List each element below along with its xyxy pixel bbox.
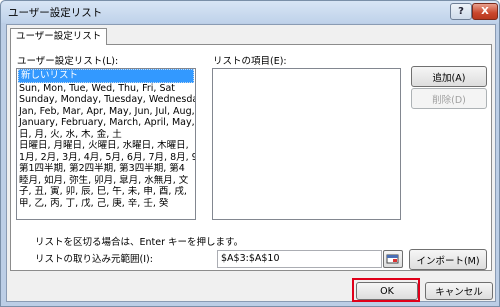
- delete-button-label: 削除(D): [432, 94, 466, 106]
- add-button-label: 追加(A): [432, 72, 466, 84]
- custom-list-item[interactable]: 日, 月, 火, 水, 木, 金, 土: [17, 129, 195, 141]
- custom-list-item[interactable]: Sun, Mon, Tue, Wed, Thu, Fri, Sat: [17, 83, 195, 95]
- custom-list-item[interactable]: Jan, Feb, Mar, Apr, May, Jun, Jul, Aug,: [17, 106, 195, 118]
- custom-lists-label: ユーザー設定リスト(L):: [17, 56, 119, 67]
- close-icon: X: [481, 5, 489, 17]
- custom-list-item[interactable]: January, February, March, April, May, J: [17, 117, 195, 129]
- separator-note: リストを区切る場合は、Enter キーを押します。: [35, 237, 244, 248]
- custom-list-item[interactable]: Sunday, Monday, Tuesday, Wednesday: [17, 94, 195, 106]
- list-entries-label: リストの項目(E):: [213, 56, 287, 67]
- import-range-input[interactable]: $A$3:$A$10: [217, 250, 382, 268]
- custom-list-item[interactable]: 1月, 2月, 3月, 4月, 5月, 6月, 7月, 8月, 9: [17, 152, 195, 164]
- range-select-button[interactable]: [383, 250, 403, 268]
- custom-list-item[interactable]: 睦月, 如月, 弥生, 卯月, 皐月, 水無月, 文: [17, 175, 195, 187]
- ok-button-highlight: [352, 278, 420, 302]
- custom-list-item[interactable]: 新しいリスト: [18, 69, 194, 83]
- custom-list-item[interactable]: 日曜日, 月曜日, 火曜日, 水曜日, 木曜日,: [17, 140, 195, 152]
- help-icon: ?: [458, 5, 464, 17]
- import-button-label: インポート(M): [416, 255, 480, 267]
- title-bar: ユーザー設定リスト ? X: [1, 1, 499, 23]
- custom-list-item[interactable]: 子, 丑, 寅, 卯, 辰, 巳, 午, 未, 申, 酉, 戌,: [17, 186, 195, 198]
- delete-button[interactable]: 削除(D): [411, 88, 487, 109]
- custom-list-item[interactable]: 第1四半期, 第2四半期, 第3四半期, 第4: [17, 163, 195, 175]
- custom-lists-listbox[interactable]: 新しいリスト Sun, Mon, Tue, Wed, Thu, Fri, Sat S…: [16, 68, 196, 220]
- dialog-title: ユーザー設定リスト: [8, 7, 103, 19]
- list-entries-textarea[interactable]: [212, 68, 401, 220]
- import-button[interactable]: インポート(M): [409, 249, 487, 270]
- add-button[interactable]: 追加(A): [411, 66, 487, 87]
- tab-custom-lists[interactable]: ユーザー設定リスト: [10, 28, 108, 45]
- close-button[interactable]: X: [472, 3, 498, 20]
- range-select-icon: [386, 254, 399, 264]
- cancel-button-label: キャンセル: [435, 287, 483, 298]
- help-button[interactable]: ?: [450, 3, 472, 20]
- custom-lists-dialog: ユーザー設定リスト ? X ユーザー設定リスト ユーザー設定リスト(L): 新し…: [0, 0, 500, 307]
- cancel-button[interactable]: キャンセル: [425, 282, 493, 300]
- custom-list-item[interactable]: 甲, 乙, 丙, 丁, 戊, 己, 庚, 辛, 壬, 癸: [17, 198, 195, 210]
- import-range-label: リストの取り込み元範囲(I):: [35, 254, 153, 265]
- dialog-body: ユーザー設定リスト ユーザー設定リスト(L): 新しいリスト Sun, Mon, …: [6, 24, 496, 302]
